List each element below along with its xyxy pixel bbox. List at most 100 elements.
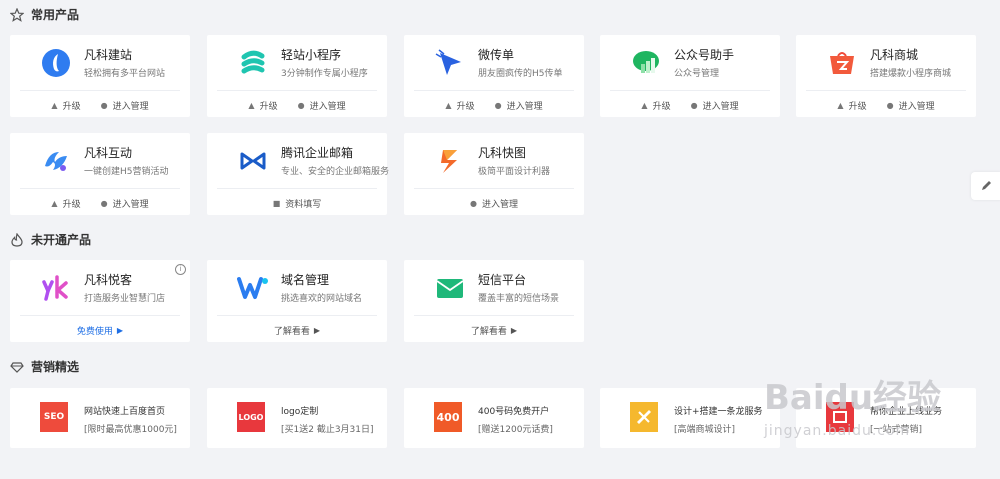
upgrade-button[interactable]: ▲ 升级: [445, 99, 474, 112]
divider: [20, 315, 180, 316]
marketing-card-logo[interactable]: LOGO logo定制 [买1送2 截止3月31日]: [207, 388, 387, 448]
product-card-flyer[interactable]: 微传单 朋友圈疯传的H5传单 ▲ 升级 ● 进入管理: [404, 35, 584, 117]
product-name: 凡科互动: [84, 146, 133, 160]
product-name: 微传单: [478, 48, 515, 62]
user-icon: ●: [297, 101, 305, 110]
marketing-title: 400号码免费开户: [478, 407, 550, 417]
diamond-icon: [10, 360, 24, 374]
divider: [414, 90, 574, 91]
marketing-card-business[interactable]: 帮你企业上线业务 [一站式营销]: [796, 388, 976, 448]
manage-button[interactable]: ● 进入管理: [470, 197, 518, 210]
upgrade-button[interactable]: ▲ 升级: [51, 197, 80, 210]
edit-button[interactable]: [971, 172, 1000, 200]
marketing-subtitle: [赠送1200元话费]: [478, 425, 553, 435]
product-card-quick-image[interactable]: 凡科快图 极简平面设计利器 ● 进入管理: [404, 133, 584, 215]
product-desc: 公众号管理: [674, 69, 720, 79]
marketing-title: 网站快速上百度首页: [84, 407, 166, 417]
divider: [414, 188, 574, 189]
fire-icon: [10, 232, 24, 247]
seo-logo-icon: SEO: [40, 402, 68, 432]
manage-button[interactable]: ● 进入管理: [101, 197, 149, 210]
marketing-card-400[interactable]: 400 400号码免费开户 [赠送1200元话费]: [404, 388, 584, 448]
quick-image-logo-icon: [434, 145, 466, 177]
marketing-subtitle: [买1送2 截止3月31日]: [281, 425, 374, 435]
divider: [20, 90, 180, 91]
marketing-subtitle: [一站式营销]: [870, 425, 923, 435]
product-name: 轻站小程序: [281, 48, 342, 62]
product-desc: 一键创建H5营销活动: [84, 167, 169, 177]
user-icon: ●: [886, 101, 894, 110]
fill-info-button[interactable]: ■ 资料填写: [273, 197, 322, 210]
product-name: 短信平台: [478, 273, 527, 287]
user-icon: ●: [100, 199, 108, 208]
section-title-unopened: 未开通产品: [10, 231, 91, 248]
upgrade-button[interactable]: ▲ 升级: [248, 99, 277, 112]
caret-right-icon: ▶: [116, 326, 124, 335]
upgrade-button[interactable]: ▲ 升级: [51, 99, 80, 112]
light-app-logo-icon: [237, 47, 269, 79]
divider: [806, 90, 966, 91]
product-card-fanke-site[interactable]: 凡科建站 轻松拥有多平台网站 ▲ 升级 ● 进入管理: [10, 35, 190, 117]
divider: [20, 188, 180, 189]
marketing-title: 帮你企业上线业务: [870, 407, 943, 417]
learn-more-button[interactable]: 了解看看 ▶: [471, 324, 517, 337]
free-use-button[interactable]: 免费使用 ▶: [77, 324, 123, 337]
divider: [217, 315, 377, 316]
user-icon: ●: [494, 101, 502, 110]
caret-right-icon: ▶: [510, 326, 518, 335]
marketing-subtitle: [限时最高优惠1000元]: [84, 425, 177, 435]
product-desc: 3分钟制作专属小程序: [281, 69, 368, 79]
product-card-mall[interactable]: 凡科商城 搭建爆款小程序商城 ▲ 升级 ● 进入管理: [796, 35, 976, 117]
rocket-icon: ▲: [837, 101, 844, 110]
upgrade-button[interactable]: ▲ 升级: [837, 99, 866, 112]
product-desc: 极简平面设计利器: [478, 167, 551, 177]
form-icon: ■: [272, 199, 281, 208]
marketing-title: logo定制: [281, 407, 319, 417]
tencent-mail-logo-icon: [237, 145, 269, 177]
manage-button[interactable]: ● 进入管理: [495, 99, 543, 112]
product-card-light-app[interactable]: 轻站小程序 3分钟制作专属小程序 ▲ 升级 ● 进入管理: [207, 35, 387, 117]
yueke-logo-icon: [40, 272, 72, 304]
manage-button[interactable]: ● 进入管理: [298, 99, 346, 112]
manage-button[interactable]: ● 进入管理: [101, 99, 149, 112]
logo-design-icon: LOGO: [237, 402, 265, 432]
product-card-tencent-mail[interactable]: 腾讯企业邮箱 专业、安全的企业邮箱服务 ■ 资料填写: [207, 133, 389, 215]
product-card-interactive[interactable]: 凡科互动 一键创建H5营销活动 ▲ 升级 ● 进入管理: [10, 133, 190, 215]
product-card-wechat-helper[interactable]: 公众号助手 公众号管理 ▲ 升级 ● 进入管理: [600, 35, 780, 117]
caret-right-icon: ▶: [313, 326, 321, 335]
flyer-logo-icon: [434, 47, 466, 79]
phone-400-icon: 400: [434, 402, 462, 432]
rocket-icon: ▲: [51, 199, 58, 208]
pencil-icon: [980, 177, 993, 196]
wechat-helper-logo-icon: [630, 47, 662, 79]
product-desc: 轻松拥有多平台网站: [84, 69, 166, 79]
marketing-card-seo[interactable]: SEO 网站快速上百度首页 [限时最高优惠1000元]: [10, 388, 190, 448]
marketing-card-design[interactable]: 设计+搭建一条龙服务 [高端商城设计]: [600, 388, 780, 448]
product-desc: 覆盖丰富的短信场景: [478, 294, 560, 304]
learn-more-button[interactable]: 了解看看 ▶: [274, 324, 320, 337]
product-name: 腾讯企业邮箱: [281, 146, 354, 160]
rocket-icon: ▲: [641, 101, 648, 110]
divider: [217, 188, 377, 189]
product-card-yueke[interactable]: i 凡科悦客 打造服务业智慧门店 免费使用 ▶: [10, 260, 190, 342]
user-icon: ●: [100, 101, 108, 110]
product-name: 凡科商城: [870, 48, 919, 62]
interactive-logo-icon: [40, 145, 72, 177]
marketing-subtitle: [高端商城设计]: [674, 425, 736, 435]
info-icon[interactable]: i: [175, 264, 186, 275]
manage-button[interactable]: ● 进入管理: [887, 99, 935, 112]
user-icon: ●: [690, 101, 698, 110]
divider: [414, 315, 574, 316]
upgrade-button[interactable]: ▲ 升级: [641, 99, 670, 112]
product-card-sms[interactable]: 短信平台 覆盖丰富的短信场景 了解看看 ▶: [404, 260, 584, 342]
rocket-icon: ▲: [445, 101, 452, 110]
section-title-marketing: 营销精选: [10, 358, 79, 375]
manage-button[interactable]: ● 进入管理: [691, 99, 739, 112]
mall-logo-icon: [826, 47, 858, 79]
product-name: 凡科快图: [478, 146, 527, 160]
product-card-domain[interactable]: 域名管理 挑选喜欢的网站域名 了解看看 ▶: [207, 260, 387, 342]
product-desc: 打造服务业智慧门店: [84, 294, 166, 304]
divider: [217, 90, 377, 91]
product-desc: 搭建爆款小程序商城: [870, 69, 952, 79]
star-icon: [10, 7, 24, 22]
